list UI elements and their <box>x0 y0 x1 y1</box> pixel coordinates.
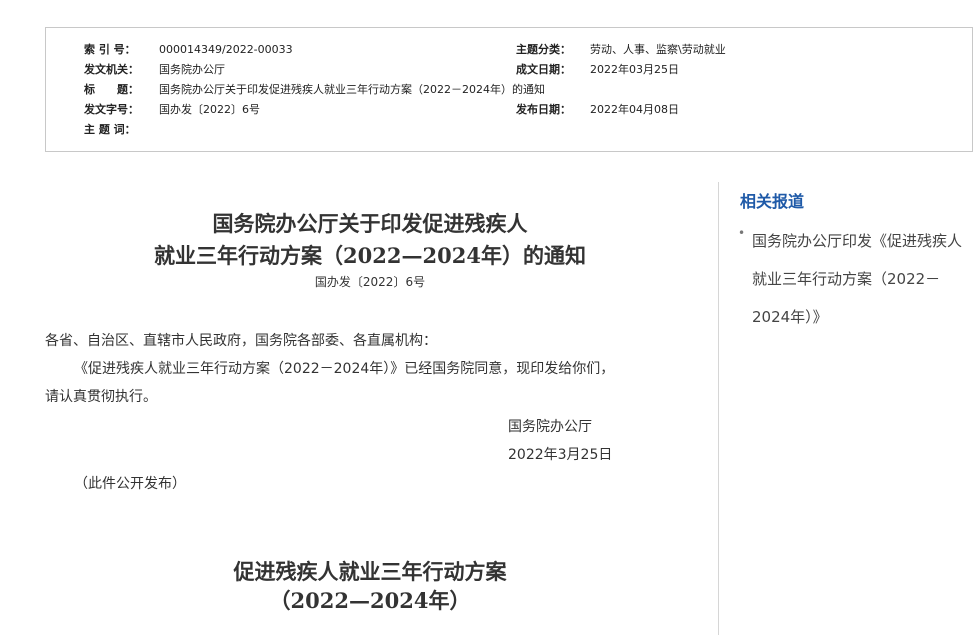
plan-title-line-1: 促进残疾人就业三年行动方案 <box>233 559 507 584</box>
sign-date: 2022年3月25日 <box>508 447 613 463</box>
written-date-value: 2022年03月25日 <box>590 63 679 76</box>
keywords-label: 主 题 词： <box>84 123 136 136</box>
document-metadata-box: 索 引 号： 000014349/2022-00033 主题分类： 劳动、人事、… <box>45 27 973 152</box>
doc-number-label: 发文字号： <box>84 103 139 116</box>
salutation: 各省、自治区、直辖市人民政府，国务院各部委、各直属机构： <box>45 333 437 349</box>
sidebar-divider <box>718 182 719 635</box>
paragraph-line-2: 请认真贯彻执行。 <box>45 389 157 405</box>
category-value: 劳动、人事、监察\劳动就业 <box>590 43 726 56</box>
index-label: 索 引 号： <box>84 43 136 56</box>
related-report-link[interactable]: 国务院办公厅印发《促进残疾人就业三年行动方案（2022－2024年）》 <box>752 222 967 336</box>
doc-number-value: 国办发〔2022〕6号 <box>159 103 260 116</box>
category-label: 主题分类： <box>516 43 571 56</box>
paragraph-line-1: 《促进残疾人就业三年行动方案（2022－2024年）》已经国务院同意，现印发给你… <box>74 361 615 377</box>
publish-date-value: 2022年04月08日 <box>590 103 679 116</box>
written-date-label: 成文日期： <box>516 63 571 76</box>
plan-title-line-2: （2022—2024年） <box>269 588 471 613</box>
issuer-label: 发文机关： <box>84 63 139 76</box>
publish-date-label: 发布日期： <box>516 103 571 116</box>
document-title-line-1: 国务院办公厅关于印发促进残疾人 <box>212 211 528 236</box>
issuer-value: 国务院办公厅 <box>159 63 225 76</box>
index-value: 000014349/2022-00033 <box>159 43 293 56</box>
related-reports-heading: 相关报道 <box>740 192 805 211</box>
document-number: 国办发〔2022〕6号 <box>314 275 426 289</box>
document-title-line-2: 就业三年行动方案（2022—2024年）的通知 <box>154 243 586 268</box>
title-label: 标 题： <box>84 83 139 96</box>
signer: 国务院办公厅 <box>508 419 592 435</box>
list-bullet-icon: • <box>738 226 746 240</box>
title-value: 国务院办公厅关于印发促进残疾人就业三年行动方案（2022－2024年）的通知 <box>159 83 545 96</box>
public-release-note: （此件公开发布） <box>74 476 186 492</box>
